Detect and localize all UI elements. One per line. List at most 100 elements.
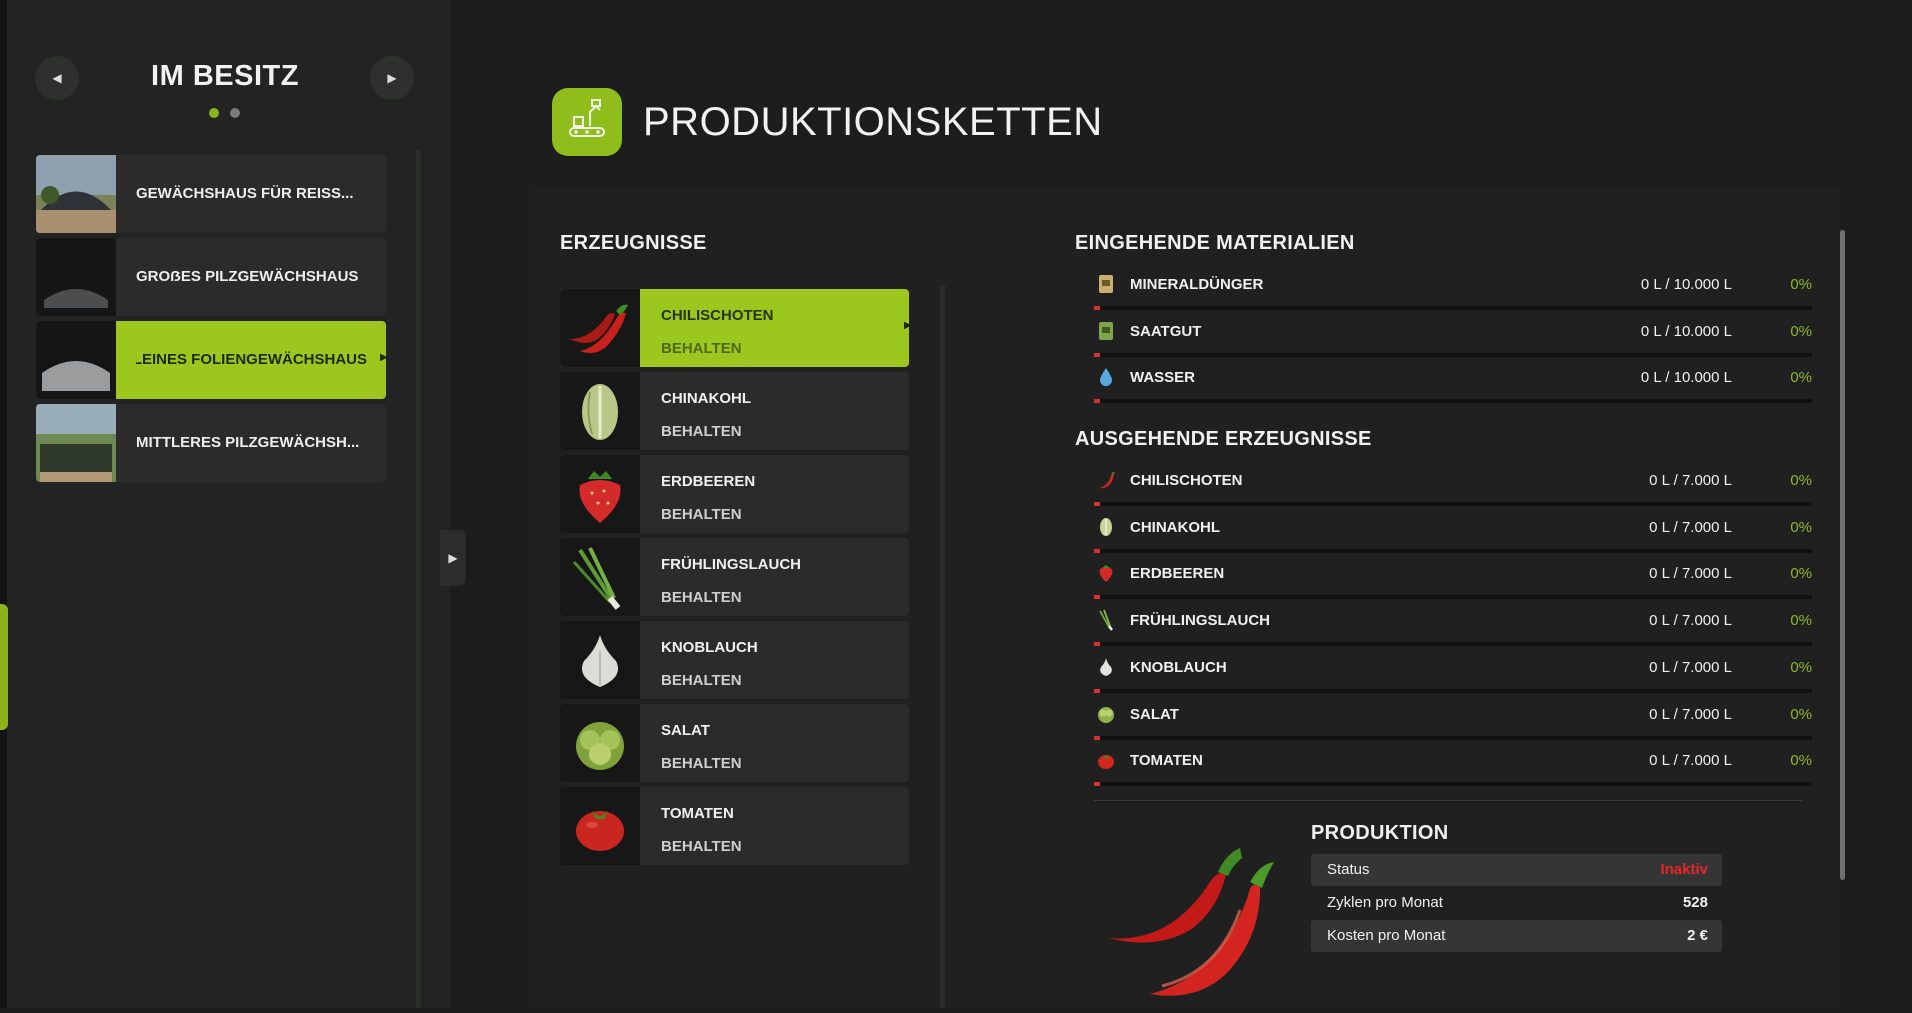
divider xyxy=(1094,800,1802,801)
material-amount: 0 L / 10.000 L xyxy=(1640,276,1732,293)
material-percent: 0% xyxy=(1790,705,1812,723)
sidebar-edge xyxy=(0,0,7,1008)
strawberry-icon xyxy=(560,455,640,533)
material-row: CHILISCHOTEN 0 L / 7.000 L 0% xyxy=(1090,466,1812,512)
material-name: SAATGUT xyxy=(1130,322,1202,340)
material-name: MINERALDÜNGER xyxy=(1130,276,1264,293)
product-item[interactable]: KNOBLAUCH BEHALTEN xyxy=(560,621,909,699)
chili-icon xyxy=(1094,468,1118,492)
product-name: CHINAKOHL xyxy=(661,390,751,407)
product-item[interactable]: FRÜHLINGSLAUCH BEHALTEN xyxy=(560,538,909,616)
tomato-icon xyxy=(560,787,640,865)
fill-level-bar-fill xyxy=(1094,735,1100,740)
material-name: WASSER xyxy=(1130,369,1196,387)
products-scrollbar[interactable] xyxy=(940,285,945,1008)
product-item[interactable]: CHINAKOHL BEHALTEN xyxy=(560,372,909,450)
material-row: TOMATEN 0 L / 7.000 L 0% xyxy=(1090,746,1812,792)
product-mode: BEHALTEN xyxy=(661,506,742,523)
facility-label: GROẞES PILZGEWÄCHSHAUS xyxy=(136,268,359,285)
product-mode: BEHALTEN xyxy=(661,423,742,440)
chinese-cabbage-icon xyxy=(560,372,640,450)
material-percent: 0% xyxy=(1790,322,1812,340)
material-amount: 0 L / 7.000 L xyxy=(1649,472,1732,489)
lettuce-icon xyxy=(560,704,640,782)
facility-label: MITTLERES PILZGEWÄCHSH... xyxy=(136,434,360,451)
collapse-sidebar-button[interactable]: ▶ xyxy=(440,530,466,586)
product-item[interactable]: ERDBEEREN BEHALTEN xyxy=(560,455,909,533)
previous-page-button[interactable]: ◀ xyxy=(35,56,79,100)
material-percent: 0% xyxy=(1790,472,1812,489)
material-name: CHILISCHOTEN xyxy=(1130,472,1243,489)
material-percent: 0% xyxy=(1790,658,1812,676)
sidebar-title: IM BESITZ xyxy=(151,60,299,92)
facility-item[interactable]: GEWÄCHSHAUS FÜR REISS... xyxy=(36,155,386,233)
material-amount: 0 L / 7.000 L xyxy=(1649,658,1732,676)
triangle-right-icon: ▶ xyxy=(904,320,912,331)
triangle-right-icon: ▶ xyxy=(387,71,397,85)
fill-level-bar xyxy=(1094,502,1812,506)
incoming-heading: EINGEHENDE MATERIALIEN xyxy=(1075,232,1355,254)
fill-level-bar xyxy=(1094,306,1812,310)
fill-level-bar-fill xyxy=(1094,548,1100,553)
page-dot-active[interactable] xyxy=(209,108,219,118)
production-heading: PRODUKTION xyxy=(1311,822,1449,844)
triangle-right-icon: ▶ xyxy=(380,352,388,363)
material-amount: 0 L / 7.000 L xyxy=(1649,705,1732,723)
facility-label: GEWÄCHSHAUS FÜR REISS... xyxy=(136,185,354,202)
material-percent: 0% xyxy=(1790,276,1812,293)
chili-peppers-illustration xyxy=(1100,826,1300,1013)
products-heading: ERZEUGNISSE xyxy=(560,232,707,254)
material-row: WASSER 0 L / 10.000 L 0% xyxy=(1090,363,1812,409)
material-amount: 0 L / 10.000 L xyxy=(1640,369,1732,387)
material-row: MINERALDÜNGER 0 L / 10.000 L 0% xyxy=(1090,270,1812,316)
product-name: TOMATEN xyxy=(661,805,734,822)
product-mode: BEHALTEN xyxy=(661,755,742,772)
fill-level-bar xyxy=(1094,399,1812,404)
fill-level-bar xyxy=(1094,352,1812,357)
spring-onion-icon xyxy=(1094,608,1118,632)
page-title: PRODUKTIONSKETTEN xyxy=(643,100,1103,144)
product-item[interactable]: TOMATEN BEHALTEN xyxy=(560,787,909,865)
production-row-label: Status xyxy=(1327,861,1370,878)
triangle-left-icon: ◀ xyxy=(52,71,62,85)
fill-level-bar-fill xyxy=(1094,399,1100,404)
details-scrollbar[interactable] xyxy=(1840,230,1845,880)
material-row: SAATGUT 0 L / 10.000 L 0% xyxy=(1090,317,1812,363)
facility-item[interactable]: MITTLERES PILZGEWÄCHSH... xyxy=(36,404,386,482)
greenhouse-thumbnail xyxy=(36,155,116,233)
product-item[interactable]: SALAT BEHALTEN xyxy=(560,704,909,782)
mushroom-house-thumbnail xyxy=(36,404,116,482)
fill-level-bar-fill xyxy=(1094,642,1100,647)
material-name: CHINAKOHL xyxy=(1130,518,1220,536)
product-name: KNOBLAUCH xyxy=(661,639,758,656)
facility-item-selected[interactable]: KLEINES FOLIENGEWÄCHSHAUS ▶ xyxy=(36,321,388,399)
next-page-button[interactable]: ▶ xyxy=(370,56,414,100)
outgoing-heading: AUSGEHENDE ERZEUGNISSE xyxy=(1075,428,1372,450)
material-percent: 0% xyxy=(1790,518,1812,536)
production-chain-icon xyxy=(552,88,622,156)
material-name: KNOBLAUCH xyxy=(1130,658,1227,676)
fill-level-bar-fill xyxy=(1094,306,1100,310)
product-name: SALAT xyxy=(661,722,710,739)
sidebar-active-marker xyxy=(0,604,8,730)
facility-item[interactable]: GROẞES PILZGEWÄCHSHAUS xyxy=(36,238,386,316)
production-row-label: Kosten pro Monat xyxy=(1327,927,1446,944)
fill-level-bar-fill xyxy=(1094,595,1100,600)
production-status-row: Status Inaktiv xyxy=(1311,854,1722,886)
chinese-cabbage-icon xyxy=(1094,515,1118,539)
material-percent: 0% xyxy=(1790,565,1812,583)
spring-onion-icon xyxy=(560,538,640,616)
water-drop-icon xyxy=(1094,365,1118,389)
material-row: ERDBEEREN 0 L / 7.000 L 0% xyxy=(1090,559,1812,605)
product-name: FRÜHLINGSLAUCH xyxy=(661,556,801,573)
strawberry-icon xyxy=(1094,561,1118,585)
seed-bag-icon xyxy=(1094,319,1118,343)
product-name: ERDBEEREN xyxy=(661,473,756,490)
material-amount: 0 L / 7.000 L xyxy=(1649,612,1732,630)
production-cycles-value: 528 xyxy=(1682,894,1708,911)
triangle-right-icon: ▶ xyxy=(448,551,458,565)
page-dot[interactable] xyxy=(230,108,240,118)
fill-level-bar-fill xyxy=(1094,502,1100,506)
sidebar-scrollbar[interactable] xyxy=(416,150,421,1008)
product-item-selected[interactable]: CHILISCHOTEN BEHALTEN ▶ xyxy=(560,289,912,367)
